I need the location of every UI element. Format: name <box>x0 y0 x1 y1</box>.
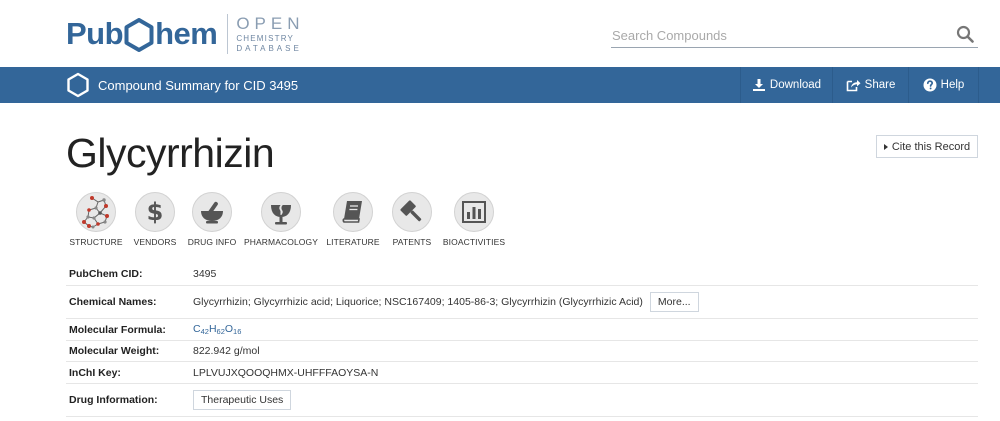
formula-oxygen-count: 16 <box>233 327 242 336</box>
download-button[interactable]: Download <box>740 67 832 103</box>
info-row-weight: Molecular Weight: 822.942 g/mol <box>66 341 978 362</box>
cite-record-button[interactable]: Cite this Record <box>876 135 978 158</box>
mortar-pestle-icon <box>192 192 232 232</box>
search-box <box>611 23 978 48</box>
inchi-key-value: LPLVUJXQOOQHMX-UHFFFAOYSA-N <box>193 367 978 379</box>
molecular-formula-link[interactable]: C42H62O16 <box>193 323 241 336</box>
section-pharmacology-label: PHARMACOLOGY <box>244 237 318 247</box>
logo-subtitle: OPEN CHEMISTRY DATABASE <box>236 15 304 53</box>
info-row-cid: PubChem CID: 3495 <box>66 263 978 286</box>
more-names-button[interactable]: More... <box>649 292 699 312</box>
formula-carbon-count: 42 <box>200 327 209 336</box>
pharmacy-icon <box>261 192 301 232</box>
svg-text:$: $ <box>147 198 164 226</box>
formula-hydrogen-count: 62 <box>216 327 225 336</box>
share-label: Share <box>864 79 896 91</box>
compound-navbar: Compound Summary for CID 3495 Download S… <box>0 67 1000 103</box>
chemical-names-label: Chemical Names: <box>69 296 157 308</box>
info-row-inchi-key: InChI Key: LPLVUJXQOOQHMX-UHFFFAOYSA-N <box>66 362 978 384</box>
pubchem-logo[interactable]: Pub hem OPEN CHEMISTRY DATABASE <box>66 14 305 54</box>
section-drug-info-label: DRUG INFO <box>187 237 237 247</box>
formula-oxygen: O <box>224 323 234 335</box>
section-bioactivities-label: BIOACTIVITIES <box>442 237 506 247</box>
help-icon <box>923 78 937 92</box>
weight-value-text: 822.942 g/mol <box>193 345 260 357</box>
inchi-key-text: LPLVUJXQOOQHMX-UHFFFAOYSA-N <box>193 366 379 379</box>
bar-chart-icon <box>454 192 494 232</box>
cid-label: PubChem CID: <box>69 268 143 280</box>
logo-wordmark: Pub hem <box>66 16 218 52</box>
info-row-formula: Molecular Formula: C42H62O16 <box>66 319 978 341</box>
logo-hexagon-icon <box>124 18 154 52</box>
help-label: Help <box>940 79 965 91</box>
search-input[interactable] <box>611 23 941 47</box>
weight-label: Molecular Weight: <box>69 345 160 357</box>
gavel-icon <box>392 192 432 232</box>
formula-carbon: C <box>193 323 201 335</box>
structure-icon <box>76 192 116 232</box>
info-row-drug-information: Drug Information: Therapeutic Uses <box>66 384 978 417</box>
formula-value: C42H62O16 <box>193 323 978 336</box>
compound-hexagon-icon <box>67 72 89 98</box>
download-label: Download <box>769 79 822 91</box>
dollar-icon: $ <box>135 192 175 232</box>
caret-right-icon <box>883 143 888 150</box>
section-bioactivities[interactable]: BIOACTIVITIES <box>434 192 514 247</box>
section-pharmacology[interactable]: PHARMACOLOGY <box>241 192 321 247</box>
share-icon <box>846 80 861 92</box>
book-icon <box>333 192 373 232</box>
chemical-names-text: Glycyrrhizin; Glycyrrhizic acid; Liquori… <box>193 296 643 308</box>
formula-label: Molecular Formula: <box>69 323 166 336</box>
logo-chemistry-text: CHEMISTRY <box>236 34 295 43</box>
cid-value-text: 3495 <box>193 268 217 280</box>
compound-summary-title: Compound Summary for CID 3495 <box>98 77 299 93</box>
inchi-key-label: InChI Key: <box>69 366 121 379</box>
cid-value: 3495 <box>193 268 978 280</box>
search-icon[interactable] <box>956 25 974 43</box>
cite-record-label: Cite this Record <box>891 140 971 153</box>
info-row-chemical-names: Chemical Names: Glycyrrhizin; Glycyrrhiz… <box>66 286 978 319</box>
weight-value: 822.942 g/mol <box>193 345 978 357</box>
page-title: Glycyrrhizin <box>66 130 275 176</box>
formula-hydrogen: H <box>208 323 217 335</box>
chemical-names-value: Glycyrrhizin; Glycyrrhizic acid; Liquori… <box>193 292 978 312</box>
section-drug-info[interactable]: DRUG INFO <box>172 192 252 247</box>
logo-divider <box>227 14 229 54</box>
drug-information-value: Therapeutic Uses <box>193 390 978 410</box>
logo-database-text: DATABASE <box>236 44 302 53</box>
help-button[interactable]: Help <box>908 67 978 103</box>
drug-information-label: Drug Information: <box>69 394 158 406</box>
logo-open-text: OPEN <box>236 14 305 33</box>
compound-info-table: PubChem CID: 3495 Chemical Names: Glycyr… <box>66 263 978 417</box>
logo-text-hem: hem <box>155 16 218 51</box>
logo-text-pub: Pub <box>66 16 124 51</box>
share-button[interactable]: Share <box>832 67 908 103</box>
download-icon <box>752 79 765 91</box>
therapeutic-uses-button[interactable]: Therapeutic Uses <box>193 390 292 410</box>
navbar-end-cap <box>978 67 1000 103</box>
top-header: Pub hem OPEN CHEMISTRY DATABASE <box>0 0 1000 67</box>
navbar-title-area: Compound Summary for CID 3495 <box>66 67 298 103</box>
